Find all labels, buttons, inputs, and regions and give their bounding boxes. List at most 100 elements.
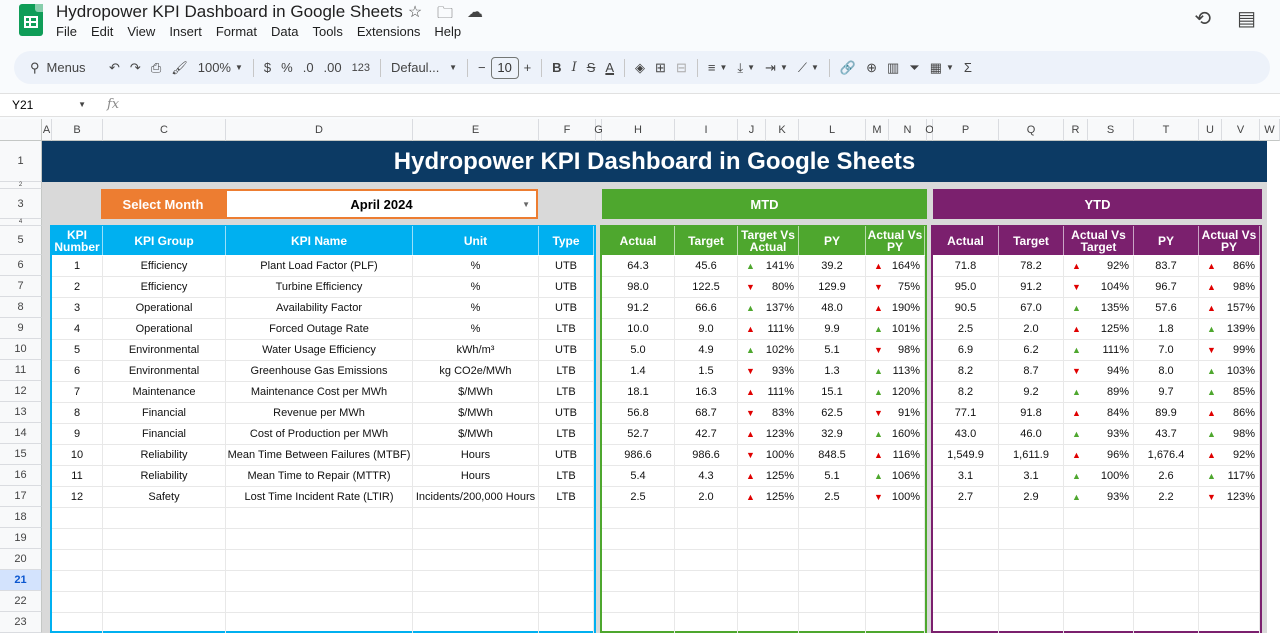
ytd-actual-cell[interactable]: 8.2 <box>933 382 999 403</box>
kpi-group-cell[interactable]: Reliability <box>103 445 226 466</box>
empty-cell[interactable] <box>1064 592 1134 613</box>
mtd-actual-cell[interactable]: 64.3 <box>602 256 675 277</box>
empty-cell[interactable] <box>602 571 675 592</box>
font-size-input[interactable]: 10 <box>490 56 519 79</box>
print-icon[interactable]: ⎙ <box>146 56 166 80</box>
kpi-type-cell[interactable]: LTB <box>539 382 594 403</box>
kpi-unit-cell[interactable]: Incidents/200,000 Hours <box>413 487 539 508</box>
column-header[interactable]: U <box>1199 119 1222 141</box>
empty-cell[interactable] <box>413 529 539 550</box>
ytd-actual-vs-target-cell[interactable]: 93% ▲ <box>1064 487 1134 508</box>
percent-format-button[interactable]: % <box>276 56 298 80</box>
kpi-type-cell[interactable]: LTB <box>539 424 594 445</box>
kpi-type-cell[interactable]: UTB <box>539 403 594 424</box>
mtd-py-cell[interactable]: 39.2 <box>799 256 866 277</box>
kpi-group-cell[interactable]: Environmental <box>103 340 226 361</box>
kpi-group-cell[interactable]: Financial <box>103 424 226 445</box>
kpi-number-cell[interactable]: 11 <box>52 466 103 487</box>
kpi-name-cell[interactable]: Availability Factor <box>226 298 413 319</box>
ytd-actual-cell[interactable]: 2.5 <box>933 319 999 340</box>
column-header[interactable]: T <box>1134 119 1199 141</box>
mtd-target-vs-actual-cell[interactable]: 100% ▼ <box>738 445 799 466</box>
kpi-number-cell[interactable]: 6 <box>52 361 103 382</box>
column-header[interactable]: A <box>42 119 52 141</box>
mtd-target-vs-actual-cell[interactable]: 123% ▲ <box>738 424 799 445</box>
empty-cell[interactable] <box>539 592 594 613</box>
empty-cell[interactable] <box>539 508 594 529</box>
mtd-actual-cell[interactable]: 986.6 <box>602 445 675 466</box>
ytd-actual-vs-target-cell[interactable]: 96% ▲ <box>1064 445 1134 466</box>
empty-cell[interactable] <box>866 550 925 571</box>
empty-cell[interactable] <box>999 529 1064 550</box>
mtd-actual-cell[interactable]: 91.2 <box>602 298 675 319</box>
mtd-actual-cell[interactable]: 18.1 <box>602 382 675 403</box>
ytd-actual-cell[interactable]: 3.1 <box>933 466 999 487</box>
kpi-type-cell[interactable]: LTB <box>539 487 594 508</box>
column-header[interactable]: M <box>866 119 889 141</box>
kpi-group-cell[interactable]: Operational <box>103 298 226 319</box>
empty-cell[interactable] <box>413 571 539 592</box>
undo-icon[interactable]: ↶ <box>104 56 125 80</box>
mtd-actual-cell[interactable]: 1.4 <box>602 361 675 382</box>
empty-cell[interactable] <box>866 529 925 550</box>
mtd-target-vs-actual-cell[interactable]: 125% ▲ <box>738 487 799 508</box>
insert-link-icon[interactable]: 🔗 <box>835 56 861 80</box>
mtd-actual-cell[interactable]: 2.5 <box>602 487 675 508</box>
strikethrough-icon[interactable]: S <box>582 56 601 80</box>
column-header[interactable]: F <box>539 119 596 141</box>
empty-cell[interactable] <box>52 571 103 592</box>
column-header[interactable]: D <box>226 119 413 141</box>
mtd-actual-cell[interactable]: 10.0 <box>602 319 675 340</box>
dashboard-banner[interactable]: Hydropower KPI Dashboard in Google Sheet… <box>42 141 1267 182</box>
empty-cell[interactable] <box>799 571 866 592</box>
paint-format-icon[interactable]: 🖌 <box>166 56 193 80</box>
kpi-name-cell[interactable]: Plant Load Factor (PLF) <box>226 256 413 277</box>
empty-cell[interactable] <box>675 529 738 550</box>
kpi-unit-cell[interactable]: $/MWh <box>413 403 539 424</box>
empty-cell[interactable] <box>226 592 413 613</box>
mtd-actual-vs-py-cell[interactable]: 91% ▼ <box>866 403 925 424</box>
empty-cell[interactable] <box>675 613 738 633</box>
kpi-unit-cell[interactable]: $/MWh <box>413 424 539 445</box>
mtd-target-cell[interactable]: 68.7 <box>675 403 738 424</box>
row-header[interactable]: 18 <box>0 507 42 528</box>
empty-cell[interactable] <box>103 550 226 571</box>
kpi-unit-cell[interactable]: % <box>413 319 539 340</box>
ytd-actual-vs-py-cell[interactable]: 85% ▲ <box>1199 382 1260 403</box>
row-header[interactable]: 1 <box>0 141 42 182</box>
column-header[interactable]: B <box>52 119 103 141</box>
mtd-actual-cell[interactable]: 98.0 <box>602 277 675 298</box>
empty-cell[interactable] <box>226 613 413 633</box>
kpi-unit-cell[interactable]: Hours <box>413 445 539 466</box>
ytd-target-cell[interactable]: 2.9 <box>999 487 1064 508</box>
column-header[interactable]: P <box>933 119 999 141</box>
ytd-py-cell[interactable]: 57.6 <box>1134 298 1199 319</box>
ytd-target-cell[interactable]: 46.0 <box>999 424 1064 445</box>
insert-comment-icon[interactable]: ⊕ <box>861 56 882 80</box>
kpi-name-cell[interactable]: Revenue per MWh <box>226 403 413 424</box>
kpi-group-cell[interactable]: Environmental <box>103 361 226 382</box>
ytd-actual-vs-py-cell[interactable]: 117% ▲ <box>1199 466 1260 487</box>
ytd-actual-vs-target-cell[interactable]: 100% ▲ <box>1064 466 1134 487</box>
empty-cell[interactable] <box>1199 592 1260 613</box>
ytd-actual-vs-py-cell[interactable]: 99% ▼ <box>1199 340 1260 361</box>
empty-cell[interactable] <box>413 592 539 613</box>
kpi-name-cell[interactable]: Water Usage Efficiency <box>226 340 413 361</box>
empty-cell[interactable] <box>738 529 799 550</box>
filter-views-icon[interactable]: ▦ ▼ <box>925 56 959 80</box>
row-header[interactable]: 10 <box>0 339 42 360</box>
kpi-unit-cell[interactable]: % <box>413 256 539 277</box>
kpi-group-cell[interactable]: Efficiency <box>103 277 226 298</box>
empty-cell[interactable] <box>103 613 226 633</box>
ytd-target-cell[interactable]: 1,611.9 <box>999 445 1064 466</box>
row-header[interactable]: 12 <box>0 381 42 402</box>
row-header[interactable]: 5 <box>0 226 42 255</box>
ytd-actual-vs-target-cell[interactable]: 104% ▼ <box>1064 277 1134 298</box>
menu-format[interactable]: Format <box>216 24 257 39</box>
empty-cell[interactable] <box>602 592 675 613</box>
empty-cell[interactable] <box>866 592 925 613</box>
bold-icon[interactable]: B <box>547 56 566 80</box>
mtd-py-cell[interactable]: 129.9 <box>799 277 866 298</box>
mtd-py-cell[interactable]: 848.5 <box>799 445 866 466</box>
empty-cell[interactable] <box>933 592 999 613</box>
